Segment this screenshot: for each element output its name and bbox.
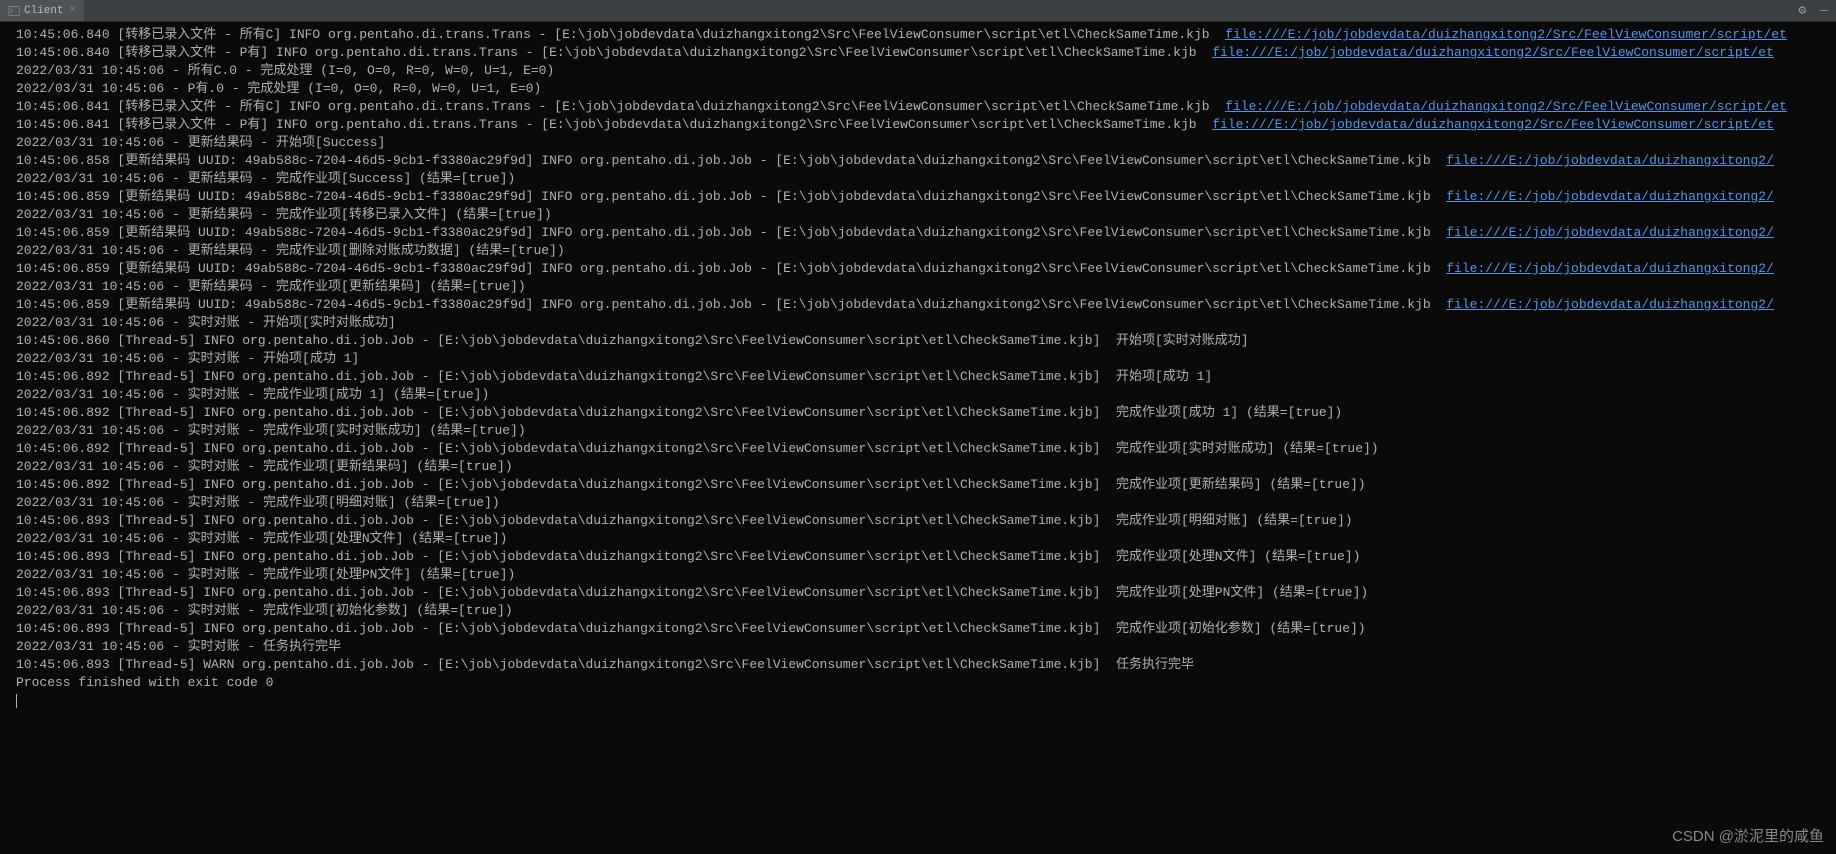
file-link[interactable]: file:///E:/job/jobdevdata/duizhangxitong…	[1446, 189, 1774, 204]
console-line: 10:45:06.841 [转移已录入文件 - P有] INFO org.pen…	[16, 116, 1828, 134]
console-line: 10:45:06.859 [更新结果码 UUID: 49ab588c-7204-…	[16, 260, 1828, 278]
gear-icon[interactable]: ⚙	[1798, 3, 1806, 18]
watermark: CSDN @淤泥里的咸鱼	[1672, 825, 1824, 846]
console-line: 2022/03/31 10:45:06 - P有.0 - 完成处理 (I=0, …	[16, 80, 1828, 98]
console-line: 2022/03/31 10:45:06 - 实时对账 - 开始项[实时对账成功]	[16, 314, 1828, 332]
console-line: 10:45:06.860 [Thread-5] INFO org.pentaho…	[16, 332, 1828, 350]
console-line: 2022/03/31 10:45:06 - 更新结果码 - 完成作业项[更新结果…	[16, 278, 1828, 296]
console-line: 10:45:06.893 [Thread-5] INFO org.pentaho…	[16, 512, 1828, 530]
console-line: 2022/03/31 10:45:06 - 实时对账 - 完成作业项[初始化参数…	[16, 602, 1828, 620]
cursor-line	[16, 692, 1828, 710]
tab-title: Client	[24, 5, 64, 17]
tab-client[interactable]: Client ×	[0, 0, 84, 21]
console-line: 10:45:06.840 [转移已录入文件 - P有] INFO org.pen…	[16, 44, 1828, 62]
console-line: 2022/03/31 10:45:06 - 实时对账 - 完成作业项[明细对账]…	[16, 494, 1828, 512]
console-line: 2022/03/31 10:45:06 - 实时对账 - 完成作业项[处理N文件…	[16, 530, 1828, 548]
console-line: 2022/03/31 10:45:06 - 更新结果码 - 开始项[Succes…	[16, 134, 1828, 152]
console-line: 2022/03/31 10:45:06 - 更新结果码 - 完成作业项[转移已录…	[16, 206, 1828, 224]
console-line: 2022/03/31 10:45:06 - 所有C.0 - 完成处理 (I=0,…	[16, 62, 1828, 80]
console-line: Process finished with exit code 0	[16, 674, 1828, 692]
console-line: 10:45:06.893 [Thread-5] INFO org.pentaho…	[16, 548, 1828, 566]
console-line: 2022/03/31 10:45:06 - 实时对账 - 完成作业项[处理PN文…	[16, 566, 1828, 584]
file-link[interactable]: file:///E:/job/jobdevdata/duizhangxitong…	[1212, 117, 1774, 132]
console-line: 2022/03/31 10:45:06 - 实时对账 - 完成作业项[实时对账成…	[16, 422, 1828, 440]
console-line: 2022/03/31 10:45:06 - 更新结果码 - 完成作业项[删除对账…	[16, 242, 1828, 260]
file-link[interactable]: file:///E:/job/jobdevdata/duizhangxitong…	[1212, 45, 1774, 60]
minimize-icon[interactable]: —	[1820, 3, 1828, 18]
console-line: 2022/03/31 10:45:06 - 实时对账 - 完成作业项[成功 1]…	[16, 386, 1828, 404]
console-line: 10:45:06.840 [转移已录入文件 - 所有C] INFO org.pe…	[16, 26, 1828, 44]
close-icon[interactable]: ×	[70, 5, 76, 16]
console-line: 2022/03/31 10:45:06 - 更新结果码 - 完成作业项[Succ…	[16, 170, 1828, 188]
console-line: 10:45:06.893 [Thread-5] INFO org.pentaho…	[16, 584, 1828, 602]
terminal-icon	[8, 5, 20, 17]
console-line: 2022/03/31 10:45:06 - 实时对账 - 开始项[成功 1]	[16, 350, 1828, 368]
console-line: 10:45:06.892 [Thread-5] INFO org.pentaho…	[16, 476, 1828, 494]
console-line: 10:45:06.841 [转移已录入文件 - 所有C] INFO org.pe…	[16, 98, 1828, 116]
console-line: 10:45:06.893 [Thread-5] INFO org.pentaho…	[16, 620, 1828, 638]
console-line: 10:45:06.859 [更新结果码 UUID: 49ab588c-7204-…	[16, 224, 1828, 242]
file-link[interactable]: file:///E:/job/jobdevdata/duizhangxitong…	[1446, 153, 1774, 168]
console-output[interactable]: 10:45:06.840 [转移已录入文件 - 所有C] INFO org.pe…	[0, 22, 1836, 710]
console-line: 10:45:06.892 [Thread-5] INFO org.pentaho…	[16, 368, 1828, 386]
file-link[interactable]: file:///E:/job/jobdevdata/duizhangxitong…	[1446, 297, 1774, 312]
file-link[interactable]: file:///E:/job/jobdevdata/duizhangxitong…	[1225, 99, 1787, 114]
console-line: 10:45:06.859 [更新结果码 UUID: 49ab588c-7204-…	[16, 296, 1828, 314]
console-line: 10:45:06.892 [Thread-5] INFO org.pentaho…	[16, 404, 1828, 422]
file-link[interactable]: file:///E:/job/jobdevdata/duizhangxitong…	[1225, 27, 1787, 42]
titlebar-actions: ⚙ —	[1798, 3, 1836, 18]
file-link[interactable]: file:///E:/job/jobdevdata/duizhangxitong…	[1446, 225, 1774, 240]
console-line: 10:45:06.893 [Thread-5] WARN org.pentaho…	[16, 656, 1828, 674]
titlebar: Client × ⚙ —	[0, 0, 1836, 22]
console-line: 10:45:06.858 [更新结果码 UUID: 49ab588c-7204-…	[16, 152, 1828, 170]
console-line: 10:45:06.892 [Thread-5] INFO org.pentaho…	[16, 440, 1828, 458]
console-line: 2022/03/31 10:45:06 - 实时对账 - 任务执行完毕	[16, 638, 1828, 656]
cursor	[16, 694, 17, 708]
console-line: 10:45:06.859 [更新结果码 UUID: 49ab588c-7204-…	[16, 188, 1828, 206]
file-link[interactable]: file:///E:/job/jobdevdata/duizhangxitong…	[1446, 261, 1774, 276]
console-line: 2022/03/31 10:45:06 - 实时对账 - 完成作业项[更新结果码…	[16, 458, 1828, 476]
